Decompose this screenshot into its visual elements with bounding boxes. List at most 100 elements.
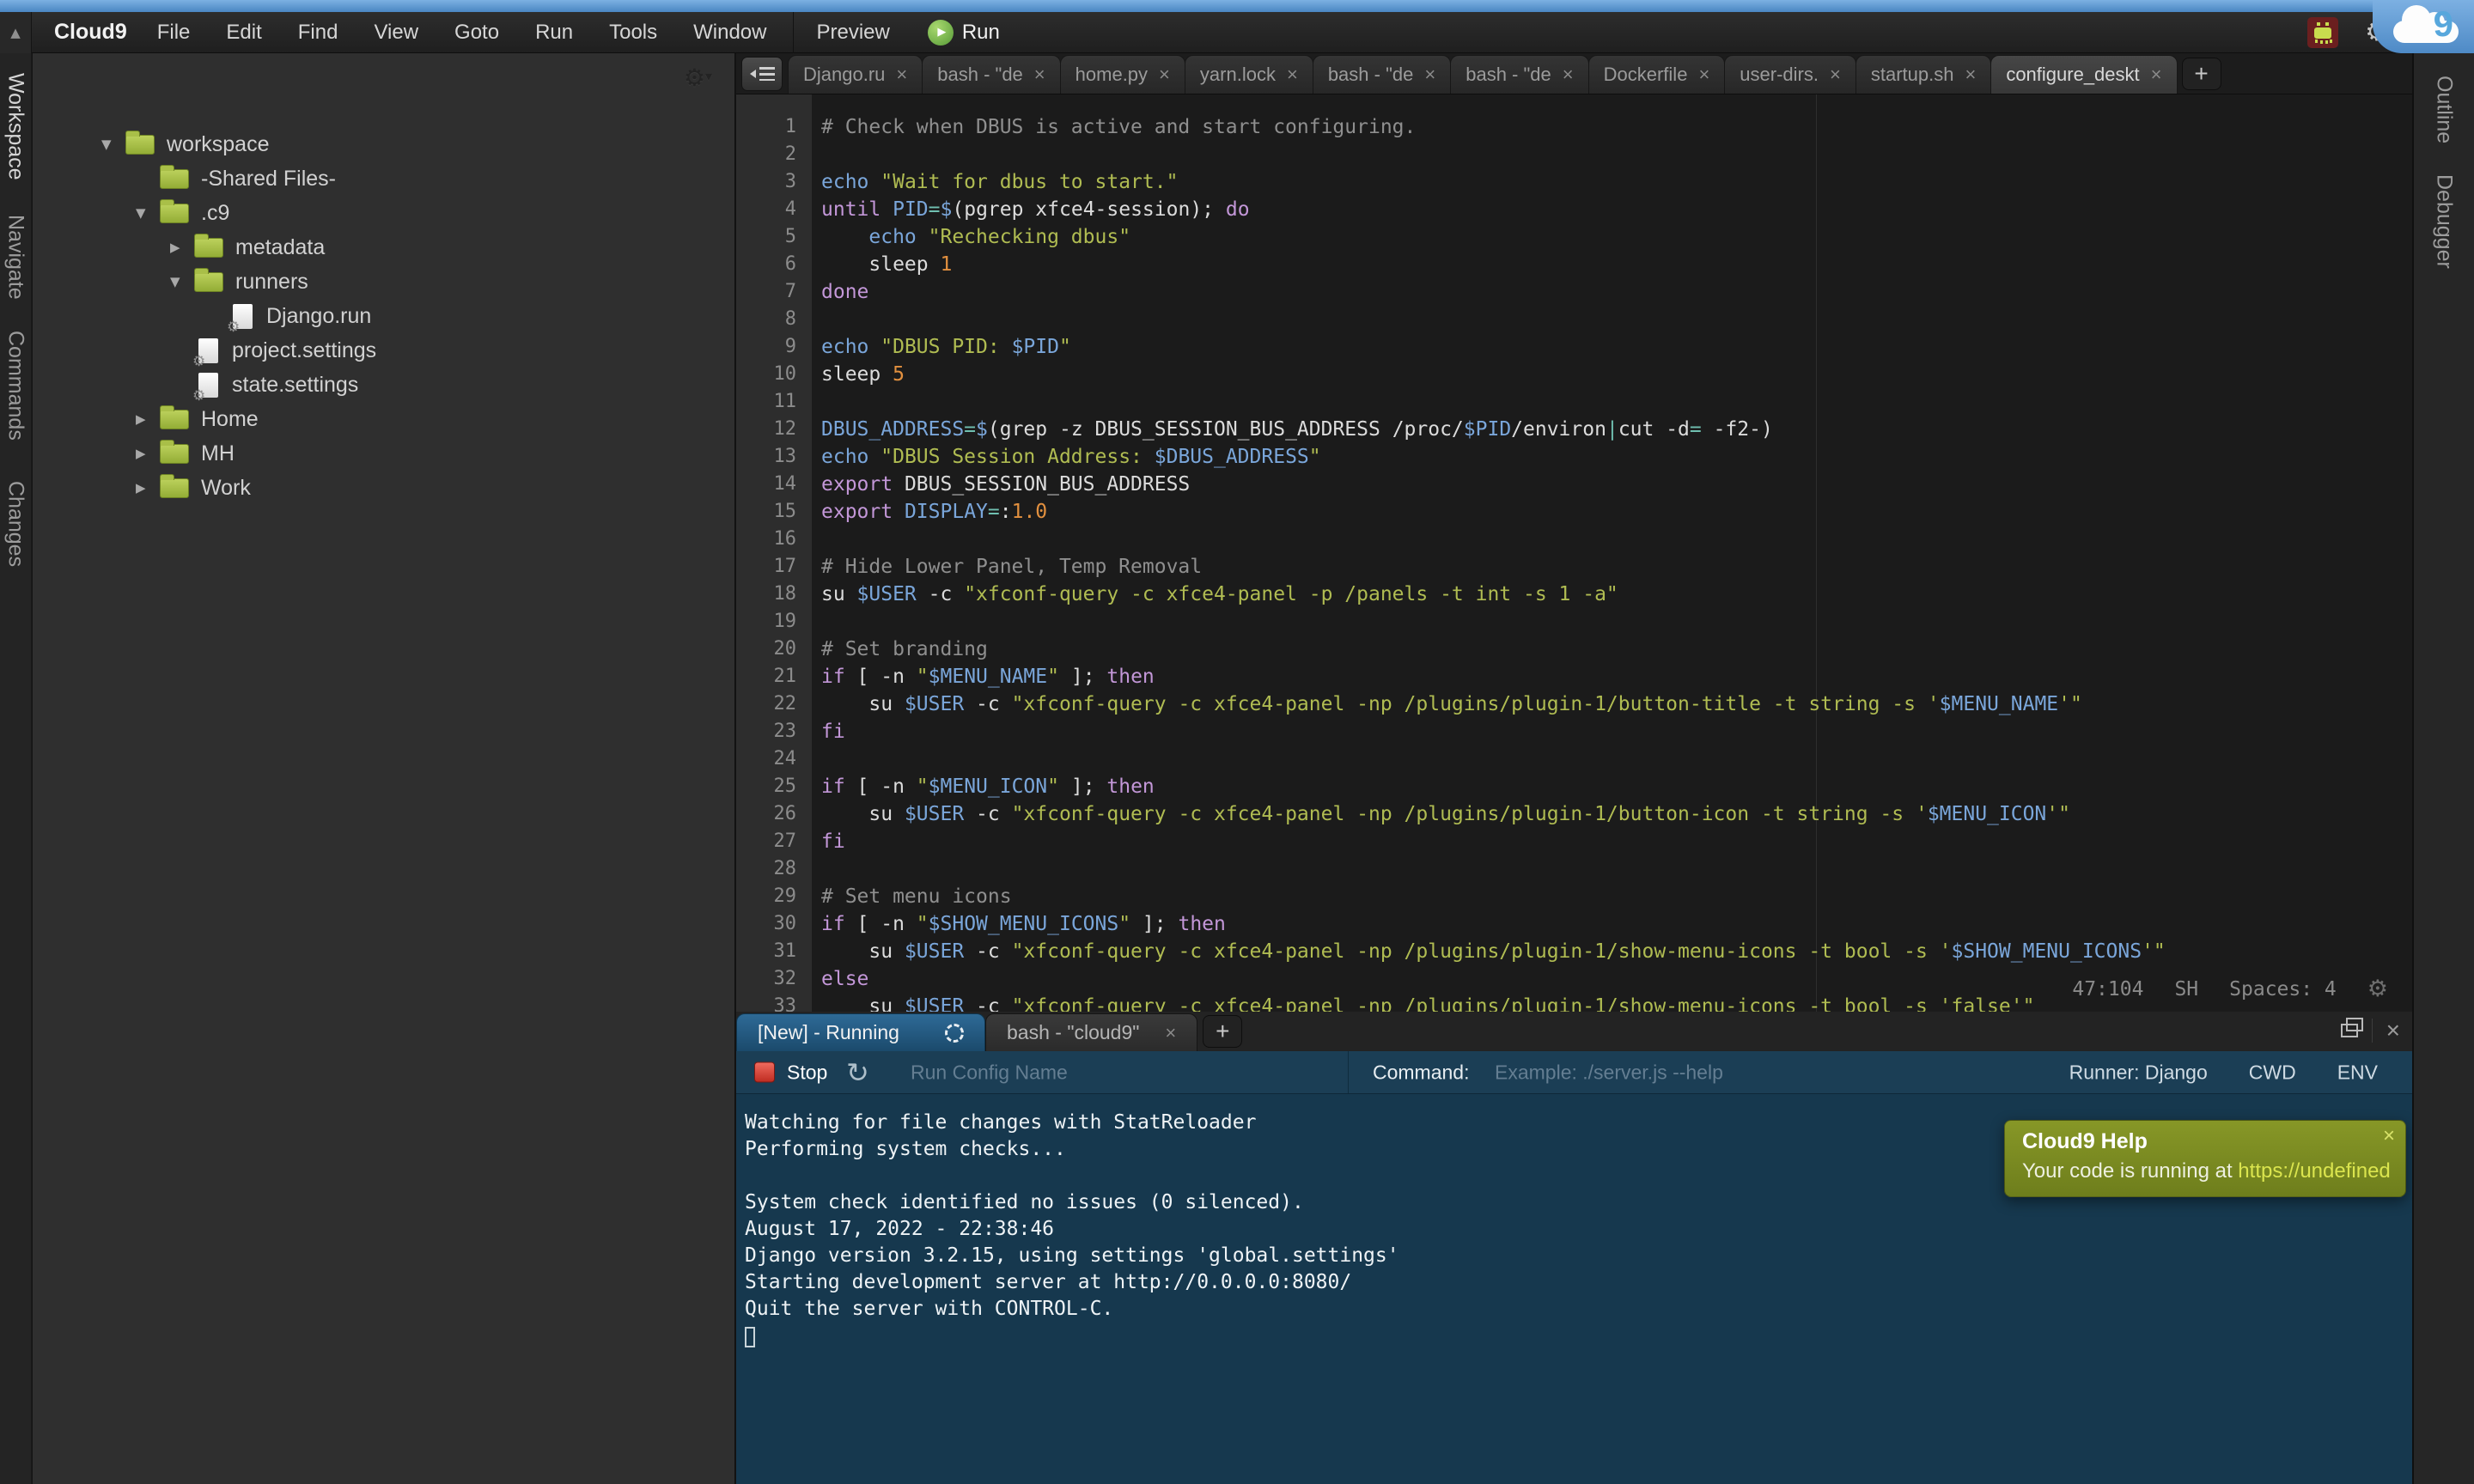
editor-tab-bash-de[interactable]: bash - "de×	[922, 55, 1060, 94]
tab-close-icon[interactable]: ×	[1159, 66, 1170, 83]
run-button[interactable]: ▶ Run	[928, 20, 1000, 46]
tree-down-arrow-icon[interactable]: ▼	[101, 137, 125, 152]
menu-edit[interactable]: Edit	[208, 12, 279, 53]
editor-tab-django-ru[interactable]: Django.ru ×	[788, 55, 923, 94]
tab-close-icon[interactable]: ×	[1563, 66, 1574, 83]
editor-tab-home-py[interactable]: home.py×	[1060, 55, 1185, 94]
restart-icon[interactable]: ↻	[846, 1056, 869, 1089]
tree-item-label: MH	[201, 441, 235, 466]
panel-tab-outline[interactable]: Outline	[2432, 76, 2457, 143]
tree-down-arrow-icon[interactable]: ▼	[170, 274, 194, 289]
spaces-setting[interactable]: Spaces: 4	[2229, 976, 2337, 1003]
panel-tab-debugger[interactable]: Debugger	[2432, 174, 2457, 269]
preview-button[interactable]: Preview	[794, 21, 911, 45]
tab-close-icon[interactable]: ×	[1965, 66, 1976, 83]
panel-tab-navigate[interactable]: Navigate	[3, 215, 28, 300]
menu-file[interactable]: File	[139, 12, 209, 53]
tree-settings-button[interactable]: ⚙▾	[684, 64, 712, 92]
menu-goto[interactable]: Goto	[436, 12, 517, 53]
console-tab-label: [New] - Running	[758, 1021, 899, 1044]
tree-right-arrow-icon[interactable]: ▶	[136, 480, 160, 496]
tree-item-project-settings[interactable]: project.settings	[33, 333, 734, 368]
editor-tab-bash-de[interactable]: bash - "de×	[1313, 55, 1451, 94]
menubar: ▲ Cloud9 FileEditFindViewGotoRunToolsWin…	[0, 12, 2474, 53]
run-config-name-input[interactable]: Run Config Name	[911, 1061, 1068, 1084]
runner-selector[interactable]: Runner: Django	[2069, 1061, 2208, 1084]
tab-label: Django.ru	[803, 64, 885, 86]
panel-tab-changes[interactable]: Changes	[3, 481, 28, 567]
code-line	[821, 745, 2412, 773]
menu-window[interactable]: Window	[675, 12, 784, 53]
console-tab-bash-cloud9[interactable]: bash - "cloud9"×	[985, 1013, 1197, 1051]
code-line: # Set menu icons	[821, 883, 2412, 910]
tree-item-mh[interactable]: ▶ MH	[33, 436, 734, 471]
editor-tab-user-dirs[interactable]: user-dirs.×	[1724, 55, 1856, 94]
cursor-position[interactable]: 47:104	[2072, 976, 2143, 1003]
cwd-button[interactable]: CWD	[2249, 1061, 2296, 1084]
panel-tab-workspace[interactable]: Workspace	[3, 73, 28, 180]
tree-item-label: Work	[201, 476, 251, 501]
console-tabs: [New] - Running bash - "cloud9"×	[736, 1013, 1197, 1051]
menu-run[interactable]: Run	[517, 12, 591, 53]
tab-close-icon[interactable]: ×	[1424, 66, 1435, 83]
tab-close-icon[interactable]: ×	[1034, 66, 1045, 83]
tab-list-button[interactable]	[741, 57, 783, 91]
tree-item-work[interactable]: ▶ Work	[33, 471, 734, 505]
editor-tab-startup-sh[interactable]: startup.sh×	[1855, 55, 1991, 94]
tab-close-icon[interactable]: ×	[896, 66, 907, 83]
tree-item-metadata[interactable]: ▶metadata	[33, 230, 734, 265]
maximize-console-icon[interactable]	[2341, 1024, 2358, 1037]
tree-right-arrow-icon[interactable]: ▶	[136, 446, 160, 461]
tab-close-icon[interactable]: ×	[2151, 66, 2162, 83]
notification-close-icon[interactable]: ×	[2383, 1124, 2395, 1148]
tree-down-arrow-icon[interactable]: ▼	[136, 205, 160, 221]
tree-item-home[interactable]: ▶Home	[33, 402, 734, 436]
tree-item-workspace[interactable]: ▼workspace	[33, 127, 734, 161]
menu-find[interactable]: Find	[280, 12, 356, 53]
editor-tab-dockerfile[interactable]: Dockerfile×	[1588, 55, 1726, 94]
folder-icon	[194, 238, 223, 258]
tree-item-state-settings[interactable]: state.settings	[33, 368, 734, 402]
tab-list-arrow-icon	[750, 70, 756, 78]
editor-tab-yarn-lock[interactable]: yarn.lock×	[1185, 55, 1313, 94]
tree-right-arrow-icon[interactable]: ▶	[170, 240, 194, 255]
command-input[interactable]: Example: ./server.js --help	[1495, 1061, 1723, 1084]
editor-tab-bash-de[interactable]: bash - "de×	[1450, 55, 1588, 94]
panel-tab-commands[interactable]: Commands	[3, 331, 28, 441]
new-console-tab-button[interactable]: +	[1203, 1015, 1242, 1048]
cloud9-menu[interactable]: Cloud9	[54, 20, 127, 45]
line-number: 19	[736, 608, 796, 636]
code-line: su $USER -c "xfconf-query -c xfce4-panel…	[821, 581, 2412, 608]
syntax-mode[interactable]: SH	[2174, 976, 2198, 1003]
tab-close-icon[interactable]: ×	[1287, 66, 1298, 83]
menu-items: FileEditFindViewGotoRunToolsWindow	[139, 12, 785, 53]
new-tab-button[interactable]: +	[2182, 58, 2221, 90]
menu-view[interactable]: View	[356, 12, 436, 53]
code-line: until PID=$(pgrep xfce4-session); do	[821, 196, 2412, 223]
env-button[interactable]: ENV	[2337, 1061, 2378, 1084]
code-line: sleep 5	[821, 361, 2412, 388]
editor-settings-gear-icon[interactable]: ⚙	[2367, 976, 2388, 1003]
line-number: 11	[736, 388, 796, 416]
menu-tools[interactable]: Tools	[591, 12, 675, 53]
line-number: 1	[736, 113, 796, 141]
collapse-menubar-button[interactable]: ▲	[0, 12, 32, 53]
tree-item-runners[interactable]: ▼runners	[33, 265, 734, 299]
tab-close-icon[interactable]: ×	[1830, 66, 1841, 83]
tree-right-arrow-icon[interactable]: ▶	[136, 411, 160, 427]
settings-file-icon	[198, 338, 218, 363]
tree-item-django-run[interactable]: Django.run	[33, 299, 734, 333]
code-area[interactable]: # Check when DBUS is active and start co…	[813, 94, 2412, 1012]
tab-close-icon[interactable]: ×	[1698, 66, 1709, 83]
terminal-line: Starting development server at http://0.…	[745, 1269, 2412, 1296]
console-tab-new-running[interactable]: [New] - Running	[736, 1013, 985, 1051]
console-tab-close-icon[interactable]: ×	[1165, 1025, 1176, 1042]
stop-button[interactable]: Stop	[754, 1061, 827, 1084]
notification-link[interactable]: https://undefined	[2238, 1159, 2390, 1183]
tree-item-c9[interactable]: ▼.c9	[33, 196, 734, 230]
tree-item-shared-files[interactable]: -Shared Files-	[33, 161, 734, 196]
editor-body[interactable]: 1234567891011121314151617181920212223242…	[736, 94, 2412, 1012]
close-console-icon[interactable]: ×	[2386, 1019, 2400, 1043]
debug-bug-button[interactable]	[2307, 17, 2338, 48]
editor-tab-configure-deskt[interactable]: configure_deskt×	[1990, 55, 2177, 94]
